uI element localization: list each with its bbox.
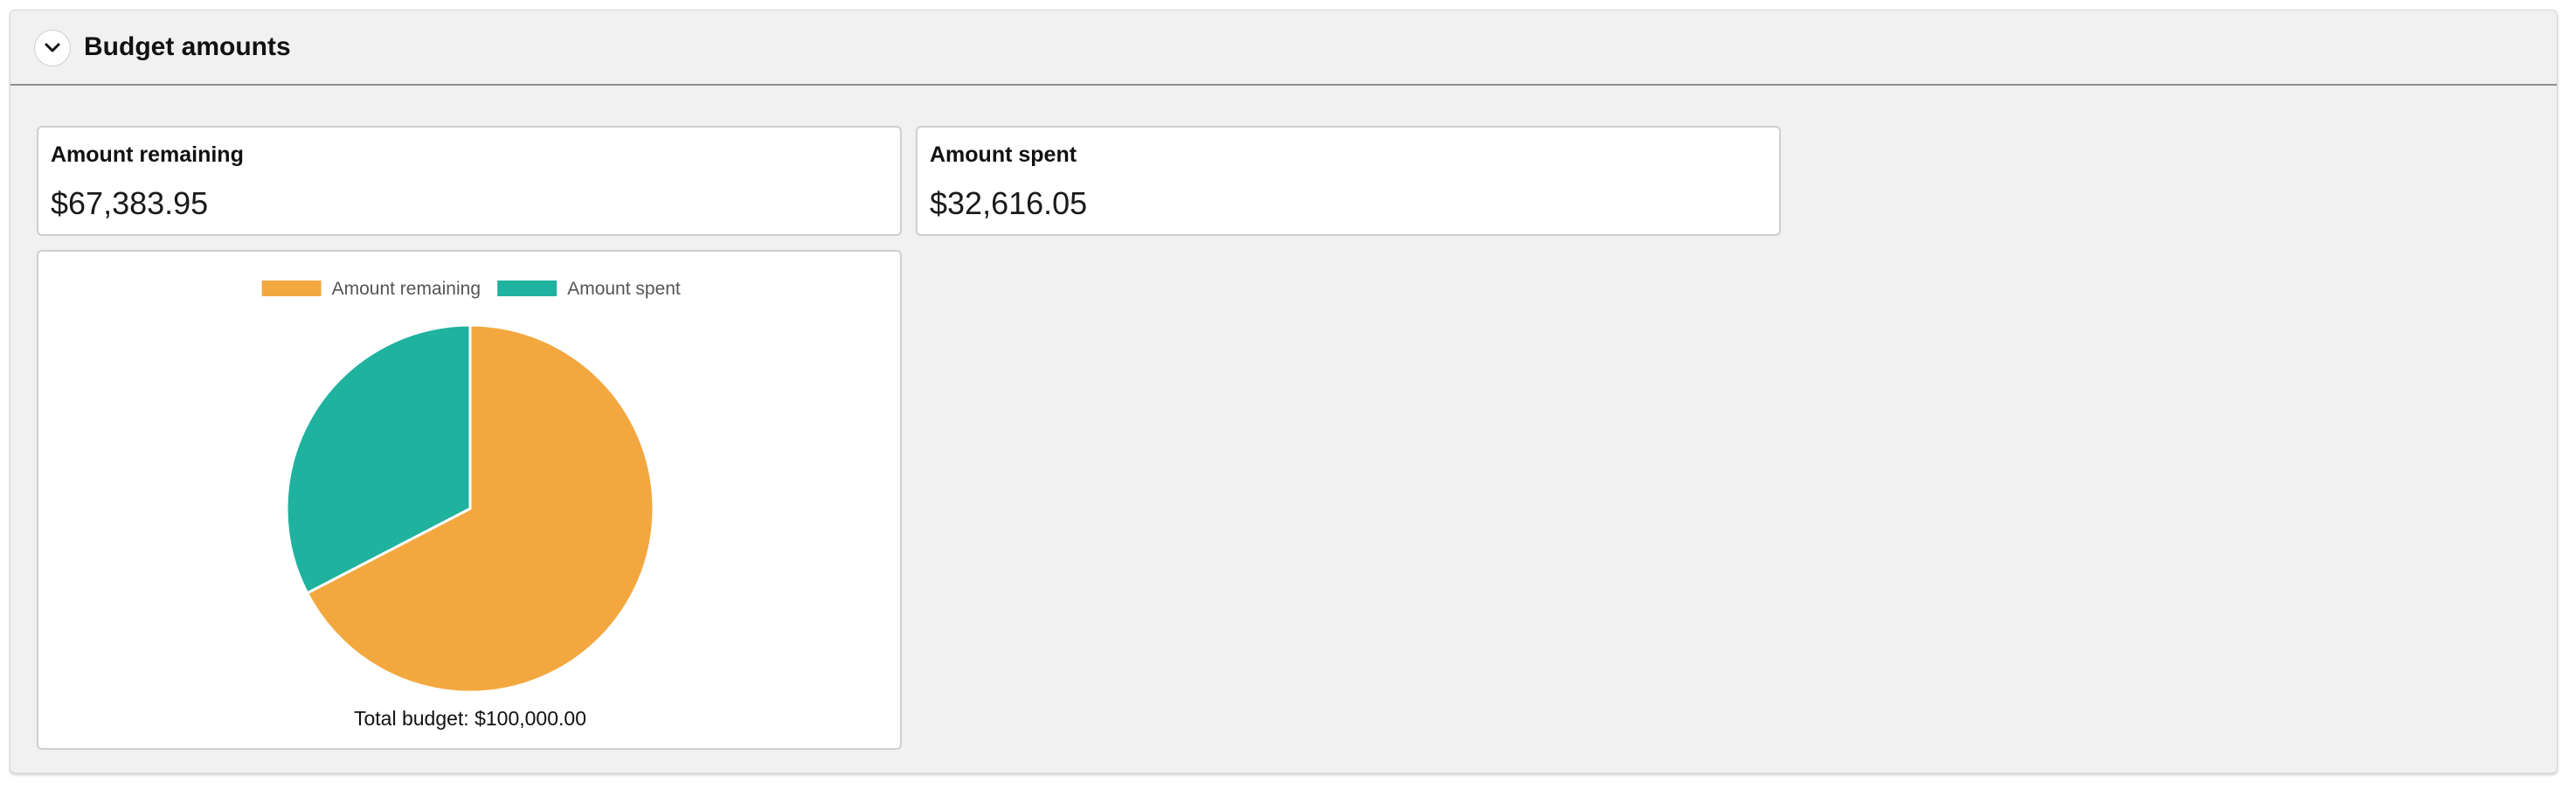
legend-swatch-remaining[interactable] [261, 281, 322, 296]
amount-spent-card: Amount spent $32,616.05 [916, 126, 1781, 236]
budget-pie-chart: Amount remaining Amount spent Total budget… [261, 279, 681, 730]
panel-header[interactable]: Budget amounts [10, 10, 2557, 86]
amount-remaining-label: Amount remaining [51, 142, 244, 167]
chevron-down-icon[interactable] [34, 30, 71, 66]
amount-remaining-value: $67,383.95 [51, 185, 209, 221]
panel-title: Budget amounts [84, 32, 291, 61]
amount-spent-value: $32,616.05 [930, 185, 1088, 221]
budget-pie-chart-card: Amount remaining Amount spent Total budget… [37, 250, 902, 750]
legend-swatch-spent[interactable] [497, 281, 557, 296]
amount-spent-label: Amount spent [930, 142, 1077, 167]
budget-amounts-panel: Budget amounts Amount remaining $67,383.… [10, 10, 2558, 773]
legend-label-remaining[interactable]: Amount remaining [332, 279, 481, 299]
legend-label-spent[interactable]: Amount spent [567, 279, 681, 299]
total-budget-label: Total budget: $100,000.00 [354, 707, 586, 730]
amount-remaining-card: Amount remaining $67,383.95 [37, 126, 902, 236]
